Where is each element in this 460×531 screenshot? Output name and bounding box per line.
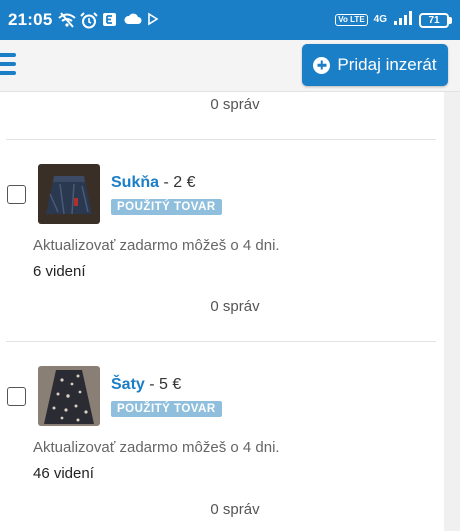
messages-count[interactable]: 0 správ <box>6 298 460 315</box>
condition-badge: POUŽITÝ TOVAR <box>111 199 222 215</box>
listing-title-line: Šaty - 5 € <box>111 376 181 394</box>
plus-circle-icon <box>313 56 331 74</box>
refresh-note: Aktualizovať zadarmo môžeš o 4 dni. <box>33 439 280 456</box>
views-count: 6 videní <box>33 263 86 280</box>
divider <box>6 139 436 140</box>
cloud-icon <box>124 12 142 28</box>
condition-badge: POUŽITÝ TOVAR <box>111 401 222 417</box>
status-bar: 21:05 Vo LTE 4G 71 <box>0 0 460 40</box>
wifi-off-icon <box>58 12 77 28</box>
listing-price: - 5 € <box>144 376 182 393</box>
messages-count[interactable]: 0 správ <box>6 96 460 113</box>
messages-count[interactable]: 0 správ <box>6 501 460 518</box>
listing-title-line: Sukňa - 2 € <box>111 174 195 192</box>
add-listing-label: Pridaj inzerát <box>337 55 437 74</box>
select-checkbox[interactable] <box>7 387 26 406</box>
select-checkbox[interactable] <box>7 185 26 204</box>
alarm-icon <box>80 12 99 29</box>
listing-title-link[interactable]: Šaty <box>111 376 145 393</box>
battery-icon: 71 <box>419 12 452 28</box>
network-type: 4G <box>373 14 387 25</box>
notification-e-icon <box>102 12 118 28</box>
refresh-note: Aktualizovať zadarmo môžeš o 4 dni. <box>33 237 280 254</box>
listing-thumbnail[interactable] <box>38 366 100 426</box>
app-bar: Pridaj inzerát <box>0 40 460 92</box>
play-icon <box>146 12 162 28</box>
listing-title-link[interactable]: Sukňa <box>111 174 159 191</box>
listing-price: - 2 € <box>159 174 196 191</box>
divider <box>6 341 436 342</box>
volte-indicator: Vo LTE <box>335 14 368 26</box>
battery-level: 71 <box>419 12 449 28</box>
signal-icon <box>393 10 413 30</box>
add-listing-button[interactable]: Pridaj inzerát <box>302 44 448 86</box>
views-count: 46 videní <box>33 465 94 482</box>
status-time: 21:05 <box>8 10 53 29</box>
listing-thumbnail[interactable] <box>38 164 100 224</box>
hamburger-icon[interactable] <box>0 53 16 75</box>
